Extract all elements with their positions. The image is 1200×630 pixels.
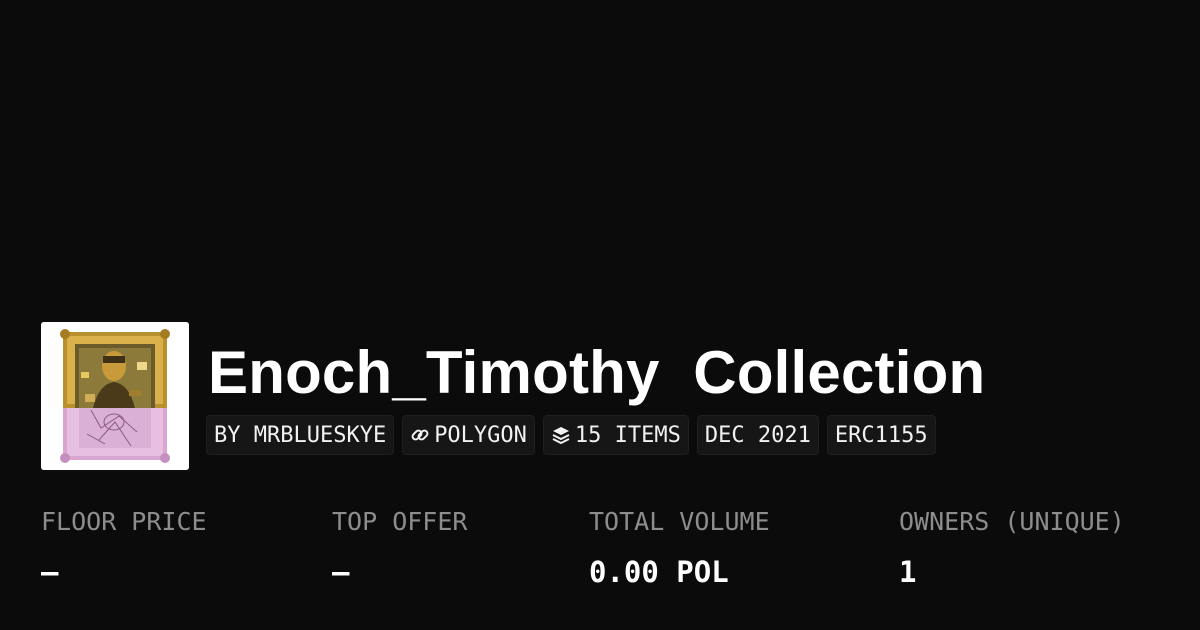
collection-chips: BY MRBLUESKYE POLYGON 15 ITEMS DEC 2021 …: [206, 415, 936, 455]
date-chip-label: DEC 2021: [704, 422, 811, 448]
total-volume-value: 0.00 POL: [589, 555, 729, 589]
collection-card: Enoch_Timothy Collection BY MRBLUESKYE P…: [0, 0, 1200, 630]
top-offer-stat: TOP OFFER –: [332, 505, 467, 589]
standard-chip-label: ERC1155: [834, 422, 928, 448]
framed-artwork-image: [41, 322, 189, 470]
collection-title: Enoch_Timothy Collection: [208, 339, 986, 406]
link-icon: [410, 425, 430, 445]
total-volume-label: TOTAL VOLUME: [589, 507, 770, 536]
top-offer-label: TOP OFFER: [332, 507, 468, 536]
creator-chip-label: BY MRBLUESKYE: [214, 422, 387, 448]
top-offer-value: –: [332, 555, 350, 589]
layers-icon: [551, 425, 571, 445]
owners-value: 1: [899, 555, 917, 589]
floor-price-stat: FLOOR PRICE –: [41, 505, 207, 589]
collection-thumbnail[interactable]: [41, 322, 189, 470]
owners-stat: OWNERS (UNIQUE) 1: [899, 505, 1125, 589]
owners-label: OWNERS (UNIQUE): [899, 507, 1125, 536]
date-chip: DEC 2021: [696, 415, 819, 455]
items-chip-label: 15 ITEMS: [574, 422, 681, 448]
total-volume-stat: TOTAL VOLUME 0.00 POL: [589, 505, 770, 589]
floor-price-label: FLOOR PRICE: [41, 507, 207, 536]
creator-chip[interactable]: BY MRBLUESKYE: [206, 415, 395, 455]
standard-chip: ERC1155: [826, 415, 936, 455]
floor-price-value: –: [41, 555, 59, 589]
chain-chip-label: POLYGON: [434, 422, 527, 448]
chain-chip[interactable]: POLYGON: [402, 415, 535, 455]
items-chip[interactable]: 15 ITEMS: [542, 415, 689, 455]
